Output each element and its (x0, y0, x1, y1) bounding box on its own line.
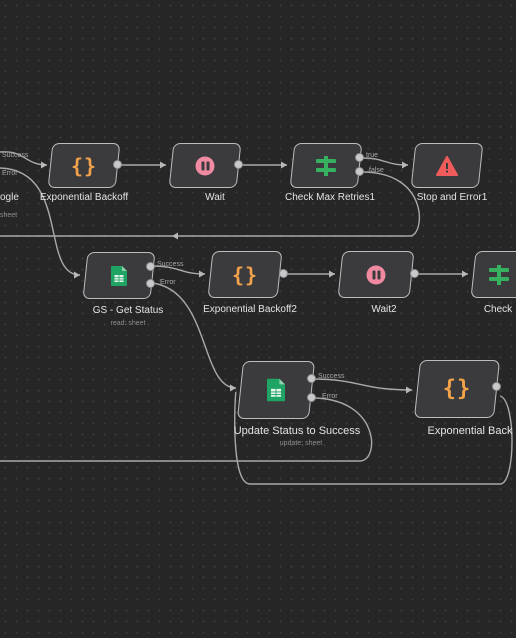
node-exponential-backoff-partial[interactable]: {} (413, 360, 501, 418)
node-label: Check (483, 304, 513, 315)
false-port[interactable] (355, 167, 364, 176)
success-label: Success (157, 261, 184, 268)
true-label: true (366, 152, 379, 159)
node-update-status-to-success[interactable] (236, 361, 316, 419)
node-label: Update Status to Success (233, 425, 361, 437)
false-label: false (369, 167, 384, 174)
braces-icon: {} (442, 376, 472, 402)
output-port[interactable] (279, 269, 288, 278)
node-label: Check Max Retries1 (284, 192, 376, 203)
node-label: GS - Get Status (92, 305, 164, 316)
google-sheets-icon (267, 378, 285, 402)
if-filter-icon (487, 264, 509, 285)
node-gs-get-status[interactable] (82, 252, 156, 299)
error-label: Error (2, 170, 18, 177)
node-label: Wait (205, 192, 225, 203)
node-label: Exponential Back (427, 425, 513, 437)
success-port[interactable] (146, 262, 155, 271)
edge-checkmax-true-stop (361, 157, 409, 166)
if-filter-icon (314, 155, 338, 176)
node-check-partial[interactable] (470, 251, 516, 298)
braces-icon: {} (70, 153, 98, 178)
node-sublabel: update: sheet (279, 440, 323, 447)
output-port[interactable] (113, 160, 122, 169)
success-port[interactable] (307, 374, 316, 383)
node-label: Exponential Backoff (39, 192, 129, 203)
node-label: Stop and Error1 (416, 192, 488, 203)
success-label: Success (2, 152, 29, 159)
output-port[interactable] (492, 382, 501, 391)
google-sheets-icon (111, 265, 127, 286)
node-exponential-backoff2[interactable]: {} (207, 251, 283, 298)
success-label: Success (318, 373, 345, 380)
node-wait2[interactable] (337, 251, 415, 298)
warning-triangle-icon (436, 155, 458, 176)
node-sublabel: read: sheet (110, 320, 146, 327)
node-check-max-retries[interactable] (289, 143, 363, 188)
node-sublabel: sheet (0, 212, 18, 219)
error-label: Error (322, 393, 338, 400)
node-wait[interactable] (168, 143, 242, 188)
error-port[interactable] (146, 279, 155, 288)
node-label-google: ogle (0, 192, 19, 203)
error-port[interactable] (307, 393, 316, 402)
node-stop-and-error[interactable] (410, 143, 484, 188)
error-label: Error (160, 279, 176, 286)
edge-update-success-backoff (311, 378, 413, 391)
braces-icon: {} (231, 262, 259, 287)
connections-layer (0, 151, 513, 485)
true-port[interactable] (355, 153, 364, 162)
node-label: Wait2 (371, 304, 397, 315)
pause-icon (195, 156, 215, 175)
output-port[interactable] (410, 269, 419, 278)
pause-icon (366, 265, 386, 284)
node-label: Exponential Backoff2 (203, 304, 297, 315)
node-exponential-backoff[interactable]: {} (47, 143, 121, 188)
edge-gs-error-update (151, 282, 237, 389)
output-port[interactable] (234, 160, 243, 169)
